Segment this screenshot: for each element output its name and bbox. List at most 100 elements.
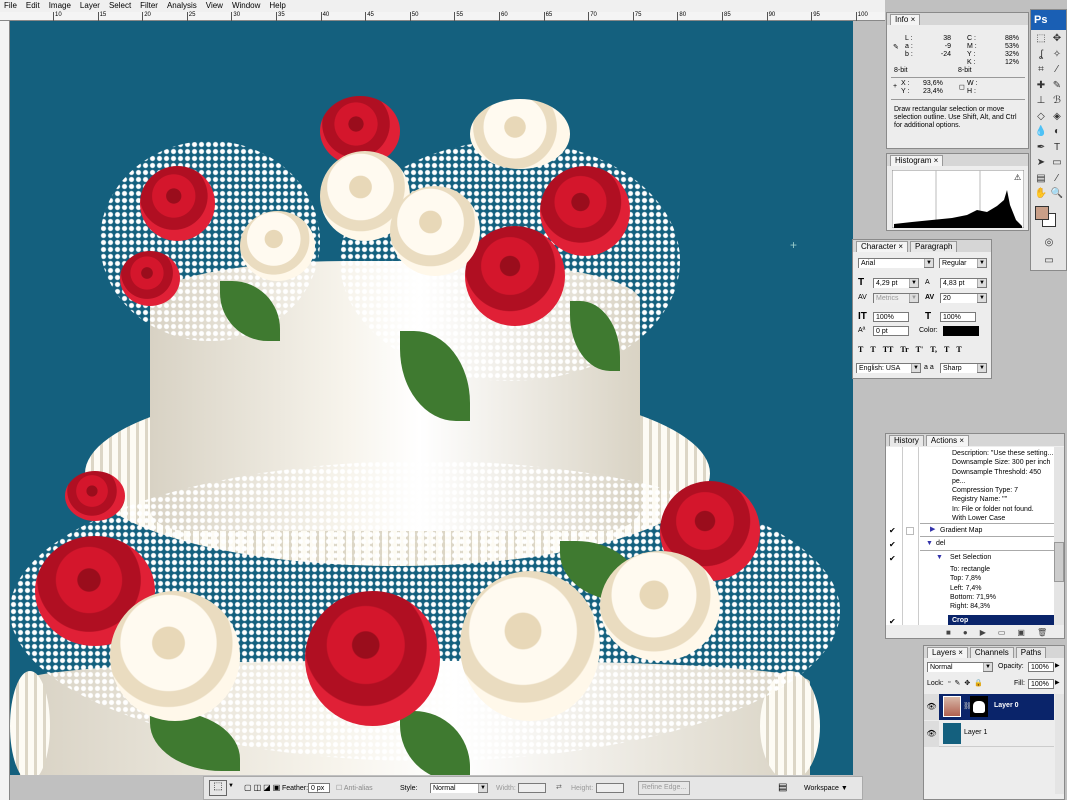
action-checkbox[interactable]: ✔ <box>889 617 896 625</box>
text-style-button[interactable]: T, <box>930 345 937 354</box>
actions-scrollbar[interactable] <box>1054 447 1064 625</box>
antialias-select[interactable]: Sharp ▼ <box>940 363 987 373</box>
blend-mode-select[interactable]: Normal ▼ <box>927 662 993 672</box>
menu-image[interactable]: Image <box>49 0 71 12</box>
action-set-selection[interactable]: Set Selection <box>950 551 991 564</box>
antialias-checkbox[interactable]: ☐ Anti-alias <box>336 784 373 792</box>
marquee-tool-icon[interactable]: ⬚ <box>1034 32 1048 46</box>
menu-filter[interactable]: Filter <box>140 0 158 12</box>
layers-scrollbar[interactable] <box>1055 694 1064 794</box>
quick-mask-icon[interactable]: ◎ <box>1042 236 1056 250</box>
language-select[interactable]: English: USA ▼ <box>856 363 921 373</box>
new-action-icon[interactable]: ▣ <box>1017 628 1025 637</box>
kerning-field[interactable]: Metrics ▼ <box>873 293 919 303</box>
action-checkbox[interactable]: ✔ <box>889 526 896 535</box>
dialog-toggle[interactable] <box>906 527 914 535</box>
tab-history[interactable]: History <box>889 435 924 446</box>
screen-mode-icon[interactable]: ▭ <box>1042 254 1056 268</box>
style-select[interactable]: Normal ▼ <box>430 783 488 793</box>
font-style-select[interactable]: Regular ▼ <box>939 258 987 268</box>
crop-tool-icon[interactable]: ⌗ <box>1034 63 1048 77</box>
action-crop-selected[interactable]: Crop <box>948 615 1054 625</box>
shape-tool-icon[interactable]: ▭ <box>1050 156 1064 170</box>
action-checkbox[interactable]: ✔ <box>889 554 896 563</box>
tab-channels[interactable]: Channels <box>969 647 1014 658</box>
stop-icon[interactable]: ■ <box>946 628 951 637</box>
eyedropper-tool-icon[interactable]: ⁄ <box>1050 172 1064 186</box>
zoom-tool-icon[interactable]: 🔍 <box>1050 187 1064 201</box>
stamp-tool-icon[interactable]: ⊥ <box>1034 94 1048 108</box>
lock-position-icon[interactable]: ✥ <box>964 679 970 687</box>
layer-row-layer-0[interactable]: 👁 ⛓ Layer 0 <box>924 694 1054 720</box>
workspace-menu[interactable]: Workspace ▼ <box>804 785 848 792</box>
slice-tool-icon[interactable]: ⁄ <box>1050 63 1064 77</box>
baseline-shift-field[interactable]: 0 pt <box>873 326 909 336</box>
lock-transparency-icon[interactable]: ▫ <box>948 679 950 687</box>
notes-tool-icon[interactable]: ▤ <box>1034 172 1048 186</box>
menu-analysis[interactable]: Analysis <box>167 0 197 12</box>
tab-actions[interactable]: Actions × <box>925 435 970 446</box>
tab-character[interactable]: Character × <box>856 241 909 252</box>
healing-tool-icon[interactable]: ✚ <box>1034 79 1048 93</box>
hand-tool-icon[interactable]: ✋ <box>1034 187 1048 201</box>
menu-file[interactable]: File <box>4 0 17 12</box>
text-style-button[interactable]: T <box>858 345 863 354</box>
history-brush-tool-icon[interactable]: ℬ <box>1050 94 1064 108</box>
tab-paths[interactable]: Paths <box>1015 647 1047 658</box>
leading-field[interactable]: 4,83 pt ▼ <box>940 278 987 288</box>
horizontal-scale-field[interactable]: 100% <box>940 312 976 322</box>
visibility-eye-icon[interactable]: 👁 <box>924 694 939 720</box>
record-icon[interactable]: ● <box>963 628 968 637</box>
visibility-eye-icon[interactable]: 👁 <box>924 721 939 747</box>
move-tool-icon[interactable]: ✥ <box>1050 32 1064 46</box>
magic-wand-tool-icon[interactable]: ✧ <box>1050 48 1064 62</box>
layer-row-layer-1[interactable]: 👁 Layer 1 <box>924 721 1054 747</box>
foreground-color-swatch[interactable] <box>1035 206 1049 220</box>
preset-dropdown[interactable]: ▼ <box>228 783 234 789</box>
trash-icon[interactable]: 🗑 <box>1037 628 1047 637</box>
lasso-tool-icon[interactable]: ʆ <box>1034 48 1048 62</box>
action-del[interactable]: del <box>920 537 1054 551</box>
text-style-button[interactable]: T <box>870 345 875 354</box>
menu-window[interactable]: Window <box>232 0 260 12</box>
menu-help[interactable]: Help <box>269 0 285 12</box>
blur-tool-icon[interactable]: 💧 <box>1034 125 1048 139</box>
lock-all-icon[interactable]: 🔒 <box>974 679 983 687</box>
opacity-field[interactable]: 100% <box>1028 662 1054 672</box>
type-tool-icon[interactable]: T <box>1050 141 1064 155</box>
swap-icon[interactable]: ⇄ <box>556 783 562 791</box>
tab-paragraph[interactable]: Paragraph <box>910 241 958 252</box>
fill-field[interactable]: 100% <box>1028 679 1054 689</box>
text-style-button[interactable]: Tr <box>900 345 908 354</box>
action-checkbox[interactable]: ✔ <box>889 540 896 549</box>
add-selection-icon[interactable]: ◫ <box>254 783 262 792</box>
intersect-selection-icon[interactable]: ▣ <box>273 783 281 792</box>
menu-view[interactable]: View <box>206 0 223 12</box>
document-canvas[interactable]: + <box>10 21 853 775</box>
tab-layers[interactable]: Layers × <box>927 647 968 658</box>
brush-tool-icon[interactable]: ✎ <box>1050 79 1064 93</box>
tracking-field[interactable]: 20 ▼ <box>940 293 987 303</box>
dodge-tool-icon[interactable]: ◐ <box>1050 125 1064 139</box>
subtract-selection-icon[interactable]: ◪ <box>263 783 271 792</box>
height-field[interactable] <box>596 783 624 793</box>
refine-edge-button[interactable]: Refine Edge... <box>638 781 690 795</box>
menu-layer[interactable]: Layer <box>80 0 100 12</box>
lock-paint-icon[interactable]: ✎ <box>954 679 960 687</box>
menu-select[interactable]: Select <box>109 0 131 12</box>
action-gradient-map[interactable]: Gradient Map <box>920 523 1054 537</box>
text-color-swatch[interactable] <box>943 326 979 336</box>
bucket-tool-icon[interactable]: ◈ <box>1050 110 1064 124</box>
opacity-arrow[interactable]: ▶ <box>1055 662 1060 669</box>
bridge-icon[interactable]: ▤ <box>778 782 787 793</box>
font-family-select[interactable]: Arial ▼ <box>858 258 934 268</box>
font-size-field[interactable]: 4,29 pt ▼ <box>873 278 919 288</box>
new-selection-icon[interactable]: ▢ <box>244 783 252 792</box>
play-icon[interactable]: ▶ <box>980 628 986 637</box>
text-style-button[interactable]: T' <box>916 345 924 354</box>
menu-edit[interactable]: Edit <box>26 0 40 12</box>
path-select-tool-icon[interactable]: ➤ <box>1034 156 1048 170</box>
vertical-scale-field[interactable]: 100% <box>873 312 909 322</box>
text-style-button[interactable]: T <box>956 345 961 354</box>
text-style-button[interactable]: TT <box>883 345 894 354</box>
